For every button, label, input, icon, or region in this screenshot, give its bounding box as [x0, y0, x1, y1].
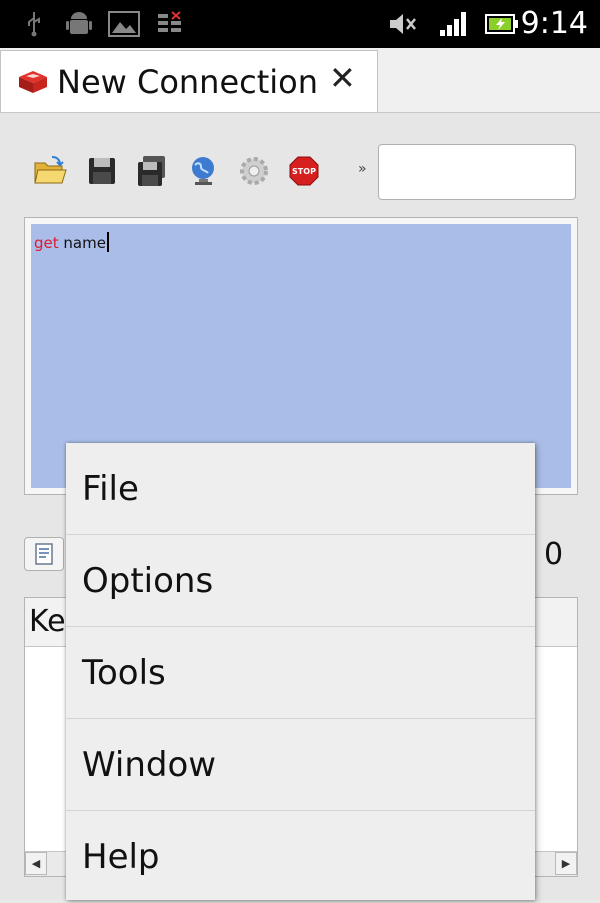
image-notification-icon [108, 11, 140, 37]
editor-line: get name [34, 232, 109, 252]
result-count: 0 [544, 537, 564, 572]
menu-item-label: Window [82, 745, 217, 785]
stop-label: STOP [292, 167, 316, 176]
results-view-button[interactable] [24, 537, 64, 571]
menu-item-options[interactable]: Options [66, 535, 535, 627]
quick-command-arrow: » [358, 161, 367, 177]
mute-icon [390, 14, 416, 34]
menu-item-label: Help [82, 837, 160, 877]
scroll-right-button[interactable]: ▶ [555, 852, 577, 875]
settings-icon[interactable] [236, 153, 272, 189]
connect-icon[interactable] [186, 153, 222, 189]
document-list-icon [35, 543, 53, 565]
tab-strip: New Connection ✕ [0, 48, 600, 113]
editor-argument: name [58, 234, 106, 252]
save-all-icon[interactable] [134, 153, 170, 189]
close-icon[interactable]: ✕ [329, 59, 356, 97]
menu-item-help[interactable]: Help [66, 811, 535, 903]
menu-item-file[interactable]: File [66, 443, 535, 535]
signal-icon [440, 12, 466, 36]
status-bar: 9:14 [0, 0, 600, 48]
scroll-left-button[interactable]: ◀ [25, 852, 47, 875]
tab-title: New Connection [57, 63, 319, 101]
stop-icon[interactable]: STOP [286, 153, 322, 189]
text-caret [106, 232, 109, 252]
menu-item-tools[interactable]: Tools [66, 627, 535, 719]
data-sync-icon [158, 11, 181, 32]
android-debug-icon [66, 12, 92, 34]
quick-command-input[interactable] [378, 144, 576, 200]
column-header-key[interactable]: Ke [29, 604, 66, 639]
clock: 9:14 [520, 6, 588, 41]
options-menu: File Options Tools Window Help [66, 443, 535, 900]
menu-item-label: File [82, 469, 139, 509]
open-folder-icon[interactable] [32, 153, 68, 189]
battery-charging-icon [485, 14, 518, 34]
redis-icon [19, 71, 47, 93]
tab-new-connection[interactable]: New Connection ✕ [0, 50, 378, 112]
editor-keyword: get [34, 234, 59, 252]
usb-icon [28, 12, 40, 37]
menu-item-label: Options [82, 561, 214, 601]
menu-item-window[interactable]: Window [66, 719, 535, 811]
save-icon[interactable] [84, 153, 120, 189]
menu-item-label: Tools [82, 653, 166, 693]
